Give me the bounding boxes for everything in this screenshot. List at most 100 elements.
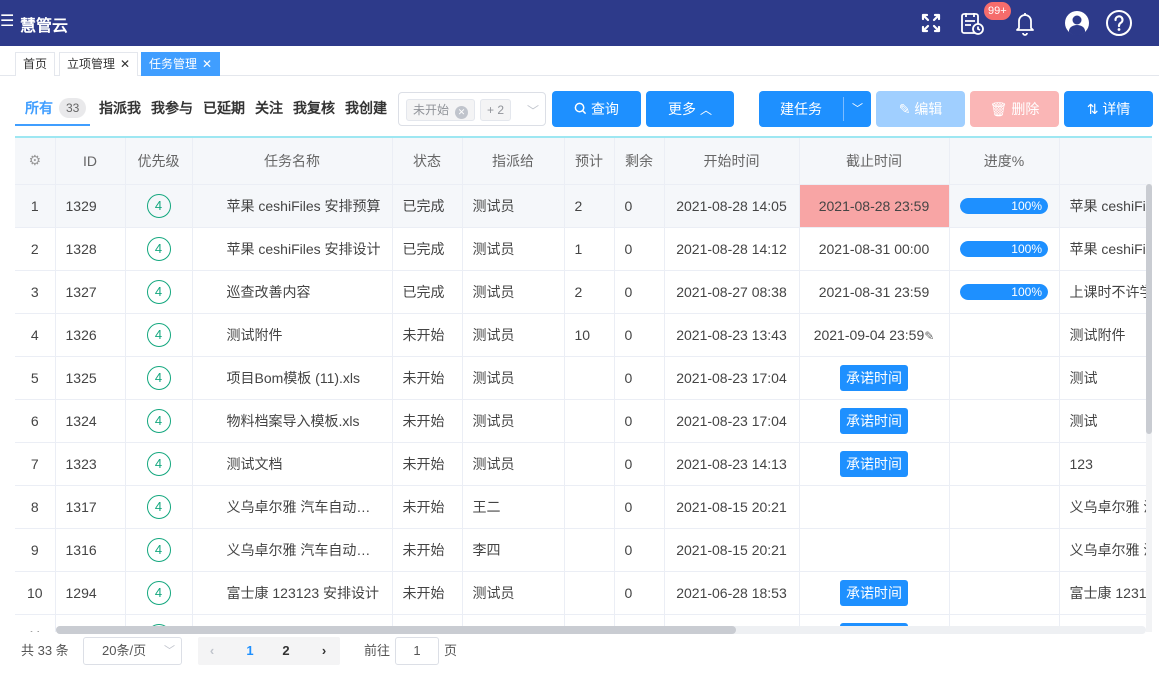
cell-task-name[interactable]: 测试附件 (192, 313, 393, 357)
promise-time-button[interactable]: 承诺时间 (840, 450, 908, 477)
column-header[interactable]: 进度% (949, 138, 1060, 185)
filter-tab-following[interactable]: 关注 (255, 98, 283, 118)
delete-label: 删除 (1011, 101, 1040, 117)
query-button[interactable]: 查询 (552, 91, 641, 127)
scrollbar-thumb[interactable] (56, 626, 736, 634)
help-icon[interactable] (1105, 9, 1133, 37)
tag-home[interactable]: 首页 (15, 52, 56, 76)
tag-label: 任务管理 (149, 57, 198, 71)
cell-task-name[interactable]: 义乌卓尔雅 汽车自动… (192, 485, 393, 529)
tag-project-management[interactable]: 立项管理 ✕ (59, 52, 139, 76)
priority-badge: 4 (146, 193, 171, 218)
goto-page-input[interactable]: 1 (395, 637, 439, 665)
priority-badge: 4 (146, 580, 171, 605)
tag-label: 首页 (23, 57, 48, 71)
menu-icon[interactable]: ☰ (0, 13, 14, 31)
table-row[interactable]: 5 1325 4 项目Bom模板 (11).xls 未开始 测试员 0 2021-08-23 … (15, 356, 1152, 400)
cell-task-name[interactable]: 巡查改善内容 (192, 270, 393, 314)
column-header[interactable]: 指派给 (462, 138, 565, 185)
filter-tab-participating[interactable]: 我参与 (151, 98, 193, 118)
column-header[interactable]: ID (55, 138, 126, 185)
column-header[interactable]: 预计 (564, 138, 615, 185)
create-task-button[interactable]: 建任务 ﹀ (759, 91, 871, 127)
chevron-down-icon[interactable]: ﹀ (844, 91, 871, 127)
cell-assignee: 测试员 (462, 571, 565, 615)
scrollbar-thumb[interactable] (1146, 184, 1152, 434)
user-avatar-icon[interactable] (1063, 9, 1091, 37)
cell-status: 已完成 (392, 270, 463, 314)
close-icon[interactable]: ✕ (202, 57, 212, 71)
next-page-button[interactable]: › (310, 637, 338, 665)
cell-id: 1323 (55, 442, 126, 486)
detail-button[interactable]: ⇅ 详情 (1064, 91, 1153, 127)
column-header[interactable]: 状态 (392, 138, 463, 185)
table-row[interactable]: 8 1317 4 义乌卓尔雅 汽车自动… 未开始 王二 0 2021-08-15 20:21 义… (15, 485, 1152, 529)
horizontal-scrollbar[interactable] (56, 626, 1146, 634)
cell-assignee: 测试员 (462, 442, 565, 486)
cell-deadline (799, 528, 950, 572)
cell-status: 已完成 (392, 184, 463, 228)
table-row[interactable]: 9 1316 4 义乌卓尔雅 汽车自动… 未开始 李四 0 2021-08-15 20:21 义… (15, 528, 1152, 572)
filter-tab-all[interactable]: 所有 (25, 98, 53, 118)
page-button[interactable]: 1 (236, 637, 264, 665)
more-button[interactable]: 更多 ︿ (646, 91, 734, 127)
table-row[interactable]: 4 1326 4 测试附件 未开始 测试员 10 0 2021-08-23 13:43 2021-… (15, 313, 1152, 357)
chevron-up-icon: ︿ (699, 103, 712, 117)
filter-tab-created-by-me[interactable]: 我创建 (345, 98, 387, 118)
close-icon[interactable]: ✕ (120, 57, 130, 71)
page-size-select[interactable]: 20条/页 ﹀ (83, 637, 182, 665)
cell-task-name[interactable]: 物料档案导入模板.xls (192, 399, 393, 443)
fullscreen-icon[interactable] (917, 9, 945, 37)
task-calendar-icon[interactable] (958, 9, 986, 37)
column-header[interactable]: 优先级 (125, 138, 193, 185)
status-select[interactable]: 未开始 ✕ + 2 ﹀ (398, 92, 546, 126)
table-row[interactable]: 6 1324 4 物料档案导入模板.xls 未开始 测试员 0 2021-08-23 17:0… (15, 399, 1152, 443)
promise-time-button[interactable]: 承诺时间 (840, 579, 908, 606)
filter-tab-delayed[interactable]: 已延期 (203, 98, 245, 118)
vertical-scrollbar[interactable] (1146, 184, 1152, 632)
cell-extra: 测试 (1059, 356, 1152, 400)
cell-task-name[interactable]: 苹果 ceshiFiles 安排预算 (192, 184, 393, 228)
table-row[interactable]: 1 1329 4 苹果 ceshiFiles 安排预算 已完成 测试员 2 0 2021-08-… (15, 184, 1152, 228)
table-row[interactable]: 7 1323 4 测试文档 未开始 测试员 0 2021-08-23 14:13 承诺时间 123 (15, 442, 1152, 486)
cell-deadline: 承诺时间 (799, 356, 950, 400)
close-icon[interactable]: ✕ (455, 106, 469, 119)
table-row[interactable]: 3 1327 4 巡查改善内容 已完成 测试员 2 0 2021-08-27 08:38 2021… (15, 270, 1152, 314)
edit-icon[interactable]: ✎ (924, 329, 934, 343)
column-header[interactable] (1059, 138, 1152, 185)
delete-button[interactable]: 🗑 删除 (970, 91, 1059, 127)
column-header[interactable]: 剩余 (614, 138, 665, 185)
cell-task-name[interactable]: 义乌卓尔雅 汽车自动… (192, 528, 393, 572)
promise-time-button[interactable]: 承诺时间 (840, 364, 908, 391)
edit-icon: ✎ (898, 101, 911, 117)
tag-task-management[interactable]: 任务管理 ✕ (141, 52, 221, 76)
filter-tab-my-review[interactable]: 我复核 (293, 98, 335, 118)
table-row[interactable]: 2 1328 4 苹果 ceshiFiles 安排设计 已完成 测试员 1 0 2021-08-… (15, 227, 1152, 271)
filter-tab-assigned-to-me[interactable]: 指派我 (99, 98, 141, 118)
chevron-down-icon: ﹀ (526, 104, 539, 118)
cell-id: 1324 (55, 399, 126, 443)
column-header[interactable]: 任务名称 (192, 138, 393, 185)
cell-deadline: 2021-08-31 00:00 (799, 227, 950, 271)
page-button[interactable]: 2 (272, 637, 300, 665)
prev-page-button[interactable]: ‹ (198, 637, 226, 665)
progress-text: 100% (1011, 199, 1042, 214)
gear-icon[interactable]: ⚙ (28, 152, 41, 168)
column-header[interactable]: 截止时间 (799, 138, 950, 185)
bell-icon[interactable] (1011, 9, 1039, 37)
cell-task-name[interactable]: 富士康 123123 安排设计 (192, 571, 393, 615)
column-header[interactable]: 开始时间 (664, 138, 800, 185)
cell-priority: 4 (125, 356, 193, 400)
promise-time-button[interactable]: 承诺时间 (840, 407, 908, 434)
cell-task-name[interactable]: 测试文档 (192, 442, 393, 486)
pager: ‹ 1 2 › (198, 637, 340, 665)
cell-task-name[interactable]: 苹果 ceshiFiles 安排设计 (192, 227, 393, 271)
cell-id: 1327 (55, 270, 126, 314)
priority-badge: 4 (146, 236, 171, 261)
edit-button[interactable]: ✎ 编辑 (876, 91, 965, 127)
table-row[interactable]: 10 1294 4 富士康 123123 安排设计 未开始 测试员 0 2021-06-28 … (15, 571, 1152, 615)
cell-task-name[interactable]: 项目Bom模板 (11).xls (192, 356, 393, 400)
column-settings[interactable]: ⚙ (15, 138, 56, 185)
cell-deadline: 承诺时间 (799, 442, 950, 486)
cell-row-number: 3 (15, 270, 56, 314)
